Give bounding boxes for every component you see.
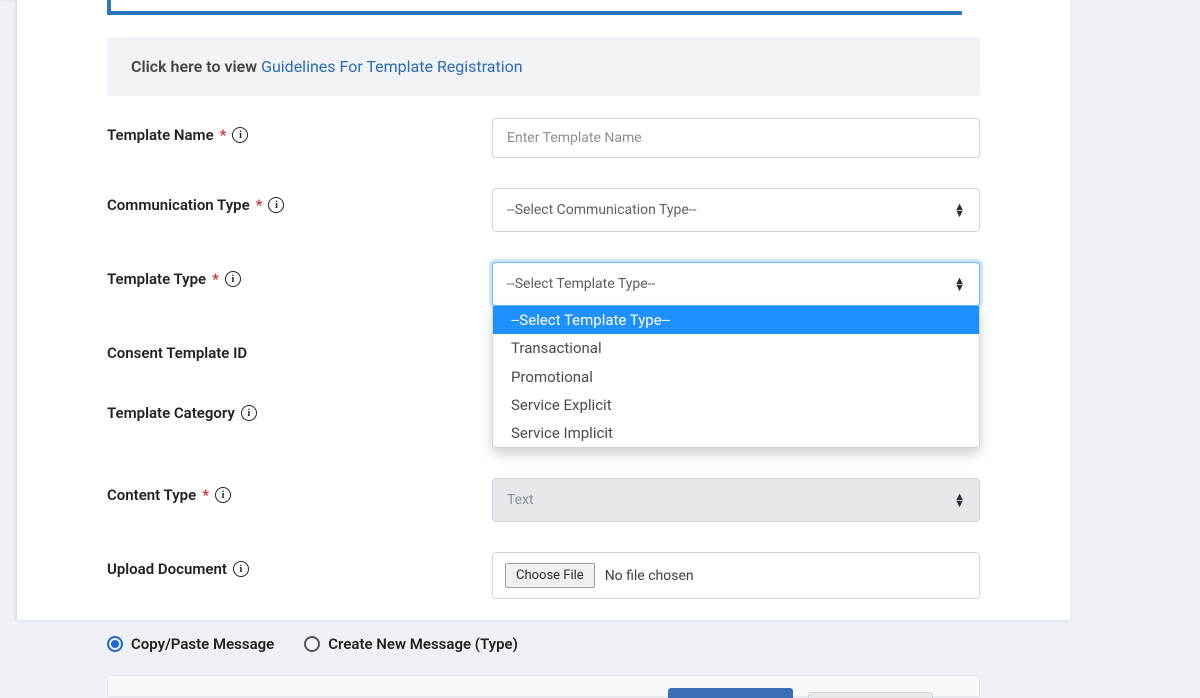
- chevron-updown-icon: ▲▼: [954, 203, 965, 217]
- upload-document-field: Choose File No file chosen: [492, 552, 980, 599]
- radio-copy-paste[interactable]: Copy/Paste Message: [107, 635, 274, 653]
- radio-icon[interactable]: [304, 636, 320, 652]
- chevron-updown-icon: ▲▼: [954, 277, 965, 291]
- label-communication-type: Communication Type * i: [107, 188, 492, 214]
- info-icon[interactable]: i: [225, 271, 241, 287]
- info-icon[interactable]: i: [233, 561, 249, 577]
- template-type-option-transactional[interactable]: Transactional: [493, 334, 979, 362]
- template-type-select[interactable]: --Select Template Type-- ▲▼: [492, 262, 980, 306]
- label-content-type: Content Type * i: [107, 478, 492, 504]
- info-icon[interactable]: i: [215, 487, 231, 503]
- template-type-dropdown: --Select Template Type-- Transactional P…: [492, 306, 980, 448]
- label-template-category: Template Category i: [107, 396, 492, 422]
- primary-button-fragment[interactable]: [668, 688, 793, 698]
- template-name-input[interactable]: [492, 118, 980, 158]
- message-panel-fragment: [107, 675, 980, 697]
- label-template-name: Template Name* i: [107, 118, 492, 144]
- info-icon[interactable]: i: [268, 197, 284, 213]
- chevron-updown-icon: ▲▼: [954, 493, 965, 507]
- template-type-option-placeholder[interactable]: --Select Template Type--: [493, 306, 979, 334]
- template-type-option-service-explicit[interactable]: Service Explicit: [493, 391, 979, 419]
- label-consent-template-id: Consent Template ID: [107, 336, 492, 362]
- message-mode-radio-group: Copy/Paste Message Create New Message (T…: [107, 629, 980, 653]
- label-upload-document: Upload Document i: [107, 552, 492, 578]
- top-banner-fragment: [107, 0, 962, 15]
- guidelines-prefix: Click here to view: [131, 57, 261, 76]
- template-type-option-promotional[interactable]: Promotional: [493, 363, 979, 391]
- guidelines-banner[interactable]: Click here to view Guidelines For Templa…: [107, 37, 980, 96]
- template-type-option-service-implicit[interactable]: Service Implicit: [493, 419, 979, 447]
- info-icon[interactable]: i: [241, 405, 257, 421]
- choose-file-button[interactable]: Choose File: [505, 563, 595, 588]
- file-status-text: No file chosen: [605, 568, 694, 584]
- label-template-type: Template Type * i: [107, 262, 492, 288]
- guidelines-link[interactable]: Guidelines For Template Registration: [261, 57, 523, 76]
- info-icon[interactable]: i: [232, 127, 248, 143]
- content-type-select: Text ▲▼: [492, 478, 980, 522]
- communication-type-select[interactable]: --Select Communication Type-- ▲▼: [492, 188, 980, 232]
- radio-create-new[interactable]: Create New Message (Type): [304, 635, 518, 653]
- radio-icon[interactable]: [107, 636, 123, 652]
- secondary-button-fragment[interactable]: [808, 692, 933, 698]
